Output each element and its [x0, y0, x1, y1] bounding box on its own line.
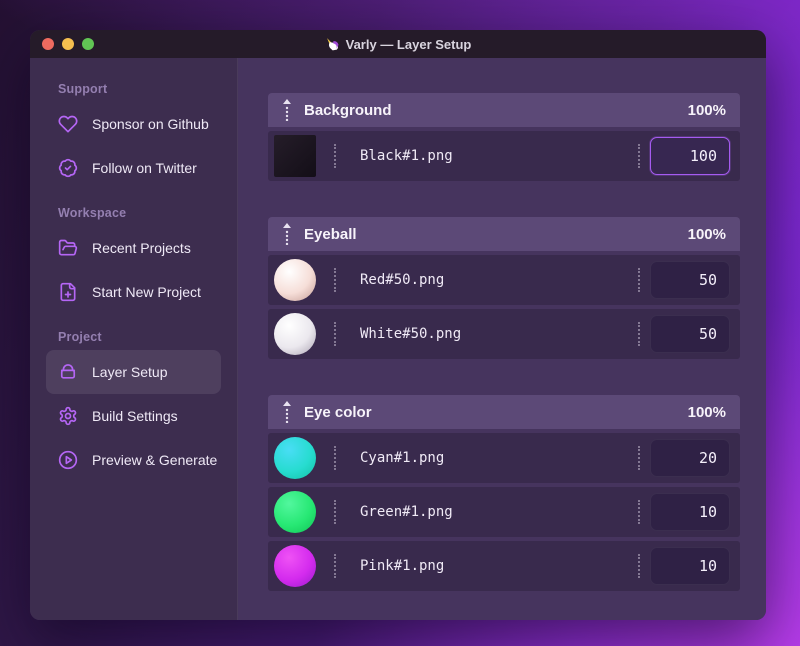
- group-title: Eye color: [304, 403, 372, 421]
- sidebar-item-follow-twitter[interactable]: Follow on Twitter: [46, 146, 221, 190]
- sidebar-item-start-new-project[interactable]: Start New Project: [46, 270, 221, 314]
- sidebar-section-workspace: Workspace: [58, 206, 127, 220]
- dotted-divider: [334, 268, 336, 292]
- layer-filename: Black#1.png: [360, 148, 453, 164]
- dotted-divider: [638, 500, 640, 524]
- group-title: Eyeball: [304, 225, 357, 243]
- layer-thumbnail: [274, 491, 316, 533]
- sidebar-item-label: Layer Setup: [92, 364, 168, 380]
- heart-icon: [58, 114, 78, 134]
- sidebar-item-preview-generate[interactable]: Preview & Generate: [46, 438, 221, 482]
- group-header: Eyeball 100%: [268, 217, 740, 251]
- traffic-lights: [42, 30, 94, 58]
- sidebar-section-project: Project: [58, 330, 102, 344]
- layer-weight-input[interactable]: [650, 315, 730, 353]
- dotted-divider: [334, 144, 336, 168]
- sidebar-item-label: Preview & Generate: [92, 452, 218, 468]
- sidebar-item-layer-setup[interactable]: Layer Setup: [46, 350, 221, 394]
- drag-handle-icon[interactable]: [282, 223, 292, 245]
- drag-handle-icon[interactable]: [282, 401, 292, 423]
- layer-thumbnail: [274, 545, 316, 587]
- minimize-button[interactable]: [62, 38, 74, 50]
- dotted-divider: [638, 144, 640, 168]
- dotted-divider: [638, 322, 640, 346]
- layer-group-background: Background 100% Black#1.png: [268, 93, 740, 181]
- folder-open-icon: [58, 238, 78, 258]
- layer-weight-input[interactable]: [650, 439, 730, 477]
- group-header: Background 100%: [268, 93, 740, 127]
- layer-thumbnail: [274, 135, 316, 177]
- archive-icon: [58, 362, 78, 382]
- layer-filename: Green#1.png: [360, 504, 453, 520]
- layer-row: White#50.png: [268, 309, 740, 359]
- sidebar-item-label: Start New Project: [92, 284, 201, 300]
- layer-filename: White#50.png: [360, 326, 462, 342]
- gear-icon: [58, 406, 78, 426]
- app-window: Varly — Layer Setup Support Sponsor on G…: [30, 30, 766, 620]
- group-title: Background: [304, 101, 392, 119]
- layer-row: Pink#1.png: [268, 541, 740, 591]
- layer-row: Black#1.png: [268, 131, 740, 181]
- dotted-divider: [334, 446, 336, 470]
- layer-row: Green#1.png: [268, 487, 740, 537]
- dotted-divider: [638, 554, 640, 578]
- sidebar-item-label: Build Settings: [92, 408, 178, 424]
- sidebar-item-label: Follow on Twitter: [92, 160, 197, 176]
- sidebar-section-support: Support: [58, 82, 108, 96]
- layer-weight-input[interactable]: [650, 547, 730, 585]
- layer-weight-input[interactable]: [650, 261, 730, 299]
- layer-thumbnail: [274, 259, 316, 301]
- drag-handle-icon[interactable]: [282, 99, 292, 121]
- group-weight: 100%: [687, 101, 726, 119]
- dotted-divider: [638, 446, 640, 470]
- layer-weight-input[interactable]: [650, 137, 730, 175]
- layer-group-eye-color: Eye color 100% Cyan#1.png Green#1.png: [268, 395, 740, 591]
- layer-group-eyeball: Eyeball 100% Red#50.png White#50.png: [268, 217, 740, 359]
- dotted-divider: [334, 554, 336, 578]
- group-header: Eye color 100%: [268, 395, 740, 429]
- layer-row: Red#50.png: [268, 255, 740, 305]
- close-button[interactable]: [42, 38, 54, 50]
- layer-filename: Pink#1.png: [360, 558, 445, 574]
- sidebar-item-recent-projects[interactable]: Recent Projects: [46, 226, 221, 270]
- sidebar-item-label: Sponsor on Github: [92, 116, 209, 132]
- layer-thumbnail: [274, 437, 316, 479]
- file-plus-icon: [58, 282, 78, 302]
- layer-weight-input[interactable]: [650, 493, 730, 531]
- sidebar: Support Sponsor on Github Follow on Twit…: [30, 58, 238, 620]
- titlebar: Varly — Layer Setup: [30, 30, 766, 58]
- layer-filename: Red#50.png: [360, 272, 445, 288]
- sidebar-item-sponsor-github[interactable]: Sponsor on Github: [46, 102, 221, 146]
- layer-filename: Cyan#1.png: [360, 450, 445, 466]
- group-weight: 100%: [687, 225, 726, 243]
- unicorn-icon: [326, 37, 339, 50]
- window-title: Varly — Layer Setup: [325, 37, 471, 52]
- sidebar-item-label: Recent Projects: [92, 240, 191, 256]
- sidebar-item-build-settings[interactable]: Build Settings: [46, 394, 221, 438]
- badge-check-icon: [58, 158, 78, 178]
- dotted-divider: [638, 268, 640, 292]
- layer-thumbnail: [274, 313, 316, 355]
- group-weight: 100%: [687, 403, 726, 421]
- dotted-divider: [334, 322, 336, 346]
- layer-row: Cyan#1.png: [268, 433, 740, 483]
- layer-list: Background 100% Black#1.png Eyeball 100%: [238, 58, 766, 620]
- zoom-button[interactable]: [82, 38, 94, 50]
- dotted-divider: [334, 500, 336, 524]
- play-circle-icon: [58, 450, 78, 470]
